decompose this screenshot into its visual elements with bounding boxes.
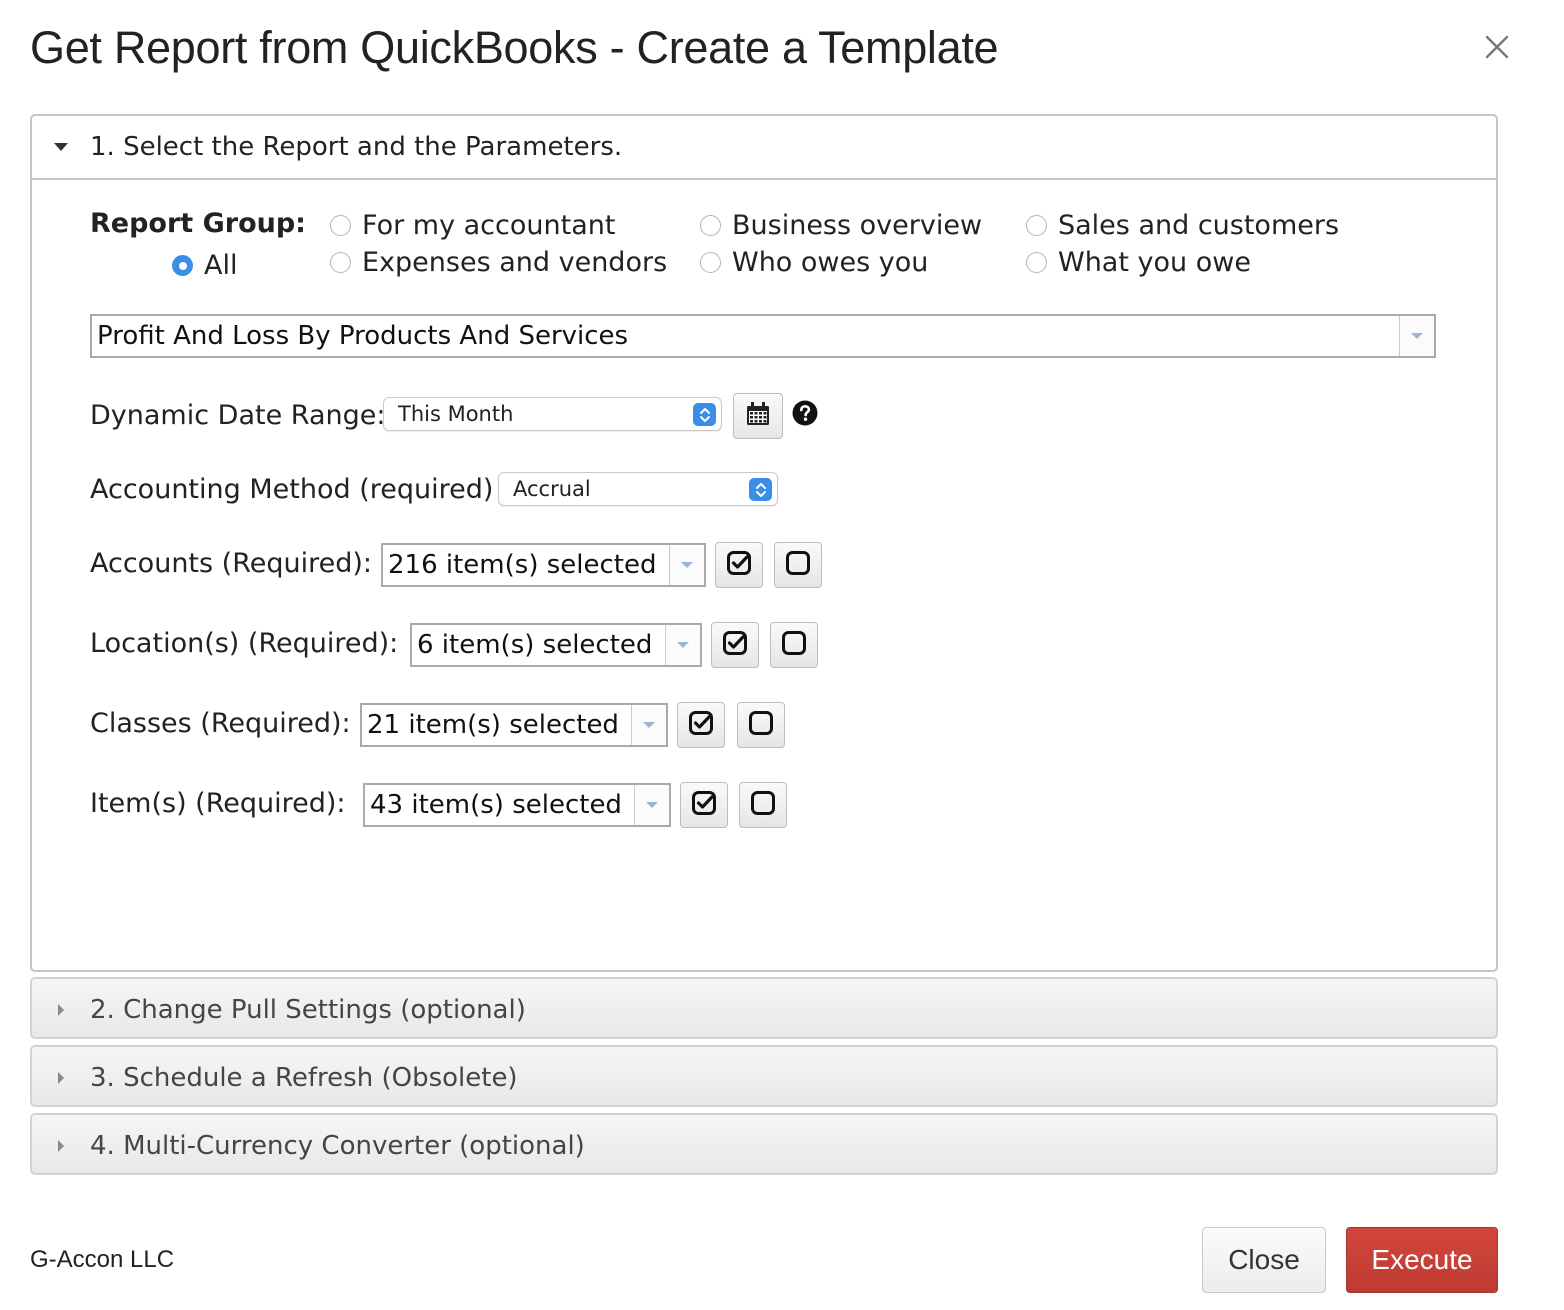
date-range-label: Dynamic Date Range: (90, 400, 386, 431)
triangle-right-icon (32, 1070, 90, 1086)
dialog: Get Report from QuickBooks - Create a Te… (0, 0, 1564, 1310)
triangle-down-icon (32, 142, 90, 152)
section-4-title: 4. Multi-Currency Converter (optional) (90, 1131, 585, 1161)
empty-square-icon (785, 550, 811, 580)
radio-label: For my accountant (362, 210, 616, 241)
radio-sales-and-customers[interactable]: Sales and customers (1026, 210, 1339, 241)
radio-who-owes-you[interactable]: Who owes you (700, 247, 928, 278)
radio-circle[interactable] (330, 215, 351, 236)
accounts-label: Accounts (Required): (90, 548, 372, 579)
section-2-title: 2. Change Pull Settings (optional) (90, 995, 526, 1025)
radio-all-circle[interactable] (172, 255, 193, 276)
section-multi-currency[interactable]: 4. Multi-Currency Converter (optional) (30, 1113, 1498, 1175)
section-pull-settings[interactable]: 2. Change Pull Settings (optional) (30, 977, 1498, 1039)
radio-for-my-accountant[interactable]: For my accountant (330, 210, 615, 241)
date-range-value: This Month (398, 402, 514, 426)
radio-label: Who owes you (732, 247, 929, 278)
radio-expenses-and-vendors[interactable]: Expenses and vendors (330, 247, 667, 278)
locations-select[interactable]: 6 item(s) selected (410, 623, 702, 667)
locations-select-all-button[interactable] (711, 622, 759, 668)
locations-clear-button[interactable] (770, 622, 818, 668)
items-select[interactable]: 43 item(s) selected (363, 783, 671, 827)
footer-brand: G-Accon LLC (30, 1246, 175, 1273)
section-2-header[interactable]: 2. Change Pull Settings (optional) (32, 979, 1496, 1041)
help-icon[interactable] (792, 400, 818, 426)
stepper-icon (749, 478, 772, 501)
empty-square-icon (781, 630, 807, 660)
radio-all-label: All (204, 250, 238, 281)
empty-square-icon (748, 710, 774, 740)
section-3-header[interactable]: 3. Schedule a Refresh (Obsolete) (32, 1047, 1496, 1109)
radio-label: Business overview (732, 210, 983, 241)
close-icon[interactable] (1480, 30, 1514, 64)
dialog-title: Get Report from QuickBooks - Create a Te… (30, 22, 999, 73)
accounts-select-all-button[interactable] (715, 542, 763, 588)
accounting-method-select[interactable]: Accrual (498, 472, 778, 506)
check-square-icon (688, 710, 714, 740)
accounting-method-value: Accrual (513, 477, 591, 501)
check-square-icon (691, 790, 717, 820)
check-square-icon (722, 630, 748, 660)
chevron-down-icon[interactable] (634, 785, 669, 825)
classes-select[interactable]: 21 item(s) selected (360, 703, 668, 747)
section-1-header[interactable]: 1. Select the Report and the Parameters. (32, 116, 1496, 180)
radio-label: What you owe (1058, 247, 1251, 278)
classes-label: Classes (Required): (90, 708, 351, 739)
accounts-select[interactable]: 216 item(s) selected (381, 543, 706, 587)
items-value: 43 item(s) selected (370, 790, 622, 820)
radio-label: Sales and customers (1058, 210, 1340, 241)
chevron-down-icon[interactable] (1399, 316, 1434, 356)
accounts-clear-button[interactable] (774, 542, 822, 588)
section-3-title: 3. Schedule a Refresh (Obsolete) (90, 1063, 518, 1093)
radio-circle[interactable] (1026, 215, 1047, 236)
close-button[interactable]: Close (1202, 1227, 1326, 1293)
radio-business-overview[interactable]: Business overview (700, 210, 982, 241)
stepper-icon (693, 403, 716, 426)
items-label: Item(s) (Required): (90, 788, 346, 819)
chevron-down-icon[interactable] (665, 625, 700, 665)
accounting-method-label: Accounting Method (required) (90, 474, 494, 505)
report-group-label: Report Group: (90, 208, 306, 239)
items-clear-button[interactable] (739, 782, 787, 828)
calendar-button[interactable] (733, 393, 783, 439)
locations-value: 6 item(s) selected (417, 630, 653, 660)
section-schedule-refresh[interactable]: 3. Schedule a Refresh (Obsolete) (30, 1045, 1498, 1107)
locations-label: Location(s) (Required): (90, 628, 399, 659)
radio-circle[interactable] (1026, 252, 1047, 273)
calendar-icon (745, 401, 771, 431)
chevron-down-icon[interactable] (631, 705, 666, 745)
radio-all[interactable]: All (172, 250, 237, 281)
section-1-content: Report Group: All For my accountant Expe… (32, 180, 1496, 970)
accounts-value: 216 item(s) selected (388, 550, 657, 580)
report-select[interactable]: Profit And Loss By Products And Services (90, 314, 1436, 358)
empty-square-icon (750, 790, 776, 820)
radio-what-you-owe[interactable]: What you owe (1026, 247, 1251, 278)
items-select-all-button[interactable] (680, 782, 728, 828)
classes-clear-button[interactable] (737, 702, 785, 748)
check-square-icon (726, 550, 752, 580)
radio-circle[interactable] (700, 252, 721, 273)
triangle-right-icon (32, 1138, 90, 1154)
report-select-value: Profit And Loss By Products And Services (97, 321, 629, 351)
radio-circle[interactable] (330, 252, 351, 273)
section-select-report: 1. Select the Report and the Parameters.… (30, 114, 1498, 972)
classes-select-all-button[interactable] (677, 702, 725, 748)
date-range-select[interactable]: This Month (383, 397, 722, 431)
triangle-right-icon (32, 1002, 90, 1018)
execute-button[interactable]: Execute (1346, 1227, 1498, 1293)
classes-value: 21 item(s) selected (367, 710, 619, 740)
radio-circle[interactable] (700, 215, 721, 236)
radio-label: Expenses and vendors (362, 247, 668, 278)
chevron-down-icon[interactable] (669, 545, 704, 585)
section-1-title: 1. Select the Report and the Parameters. (90, 132, 623, 162)
section-4-header[interactable]: 4. Multi-Currency Converter (optional) (32, 1115, 1496, 1177)
